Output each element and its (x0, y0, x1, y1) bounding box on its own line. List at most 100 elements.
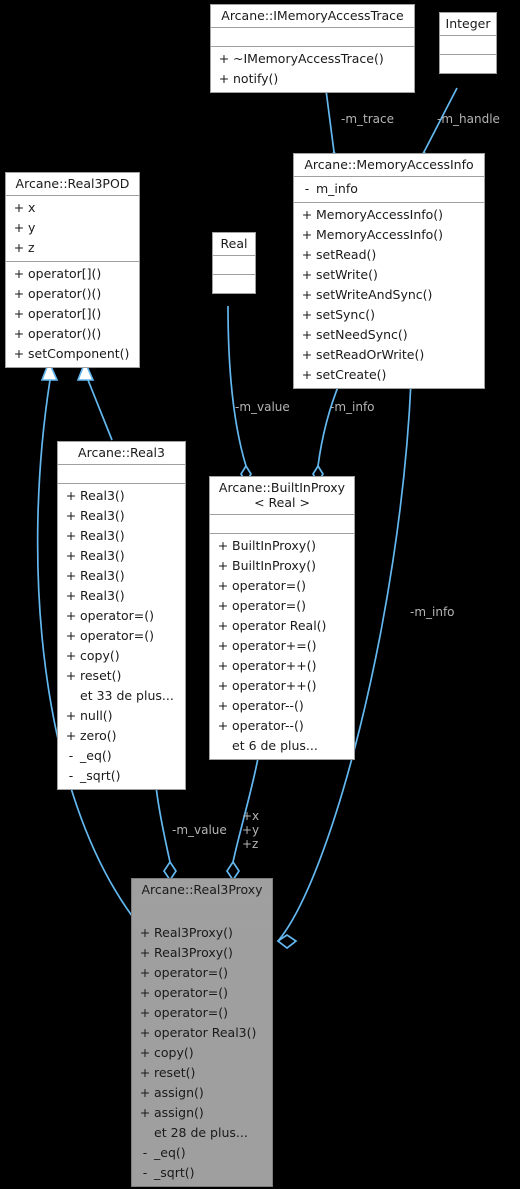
visibility: + (139, 925, 151, 940)
member-row[interactable]: + operator()() (6, 284, 139, 304)
member-row[interactable]: + BuiltInProxy() (210, 556, 354, 576)
member-name: Real3() (80, 488, 125, 503)
member-row[interactable]: + copy() (132, 1043, 272, 1063)
member-row[interactable]: + operator=() (132, 983, 272, 1003)
member-row[interactable]: + Real3() (58, 546, 185, 566)
member-row[interactable]: + BuiltInProxy() (210, 536, 354, 556)
member-row[interactable]: + reset() (132, 1063, 272, 1083)
member-row[interactable]: + operator++() (210, 656, 354, 676)
class-node-imemoryaccesstrace[interactable]: Arcane::IMemoryAccessTrace + ~IMemoryAcc… (210, 4, 415, 93)
member-row[interactable]: + copy() (58, 646, 185, 666)
member-name: MemoryAccessInfo() (316, 207, 444, 222)
member-row[interactable]: + setReadOrWrite() (294, 345, 484, 365)
member-row[interactable]: + assign() (132, 1103, 272, 1123)
visibility: + (217, 618, 229, 633)
member-row[interactable]: + operator=() (58, 626, 185, 646)
attributes-compartment (211, 28, 414, 47)
member-name: copy() (154, 1045, 194, 1060)
visibility: + (218, 71, 230, 86)
member-row[interactable]: - _eq() (132, 1143, 272, 1163)
visibility: + (65, 488, 77, 503)
member-row[interactable]: + setWrite() (294, 265, 484, 285)
class-node-real3proxy[interactable]: Arcane::Real3Proxy + Real3Proxy() + Real3P… (131, 878, 273, 1187)
class-node-integer[interactable]: Integer (439, 12, 497, 74)
member-row[interactable]: - _sqrt() (58, 766, 185, 786)
member-row[interactable]: + Real3() (58, 586, 185, 606)
member-row[interactable]: + setSync() (294, 305, 484, 325)
member-row[interactable]: + Real3Proxy() (132, 943, 272, 963)
member-row[interactable]: + operator=() (58, 606, 185, 626)
visibility: + (139, 1105, 151, 1120)
class-node-real3[interactable]: Arcane::Real3 + Real3() + Real3() + Real3()… (57, 441, 186, 790)
operations-compartment: + MemoryAccessInfo() + MemoryAccessInfo() … (294, 203, 484, 388)
member-row[interactable]: + MemoryAccessInfo() (294, 205, 484, 225)
member-name: Real3() (80, 508, 125, 523)
visibility: + (139, 985, 151, 1000)
visibility: + (139, 1045, 151, 1060)
member-row[interactable]: + reset() (58, 666, 185, 686)
member-row[interactable]: + operator=() (210, 596, 354, 616)
member-row[interactable]: + operator+=() (210, 636, 354, 656)
member-row[interactable]: + null() (58, 706, 185, 726)
member-row[interactable]: + operator=() (132, 963, 272, 983)
member-row[interactable]: + Real3() (58, 566, 185, 586)
member-row[interactable]: + operator--() (210, 696, 354, 716)
visibility: + (65, 528, 77, 543)
member-name: operator=() (80, 628, 154, 643)
class-title: Real (213, 233, 255, 256)
member-name: operator=() (80, 608, 154, 623)
member-name: _eq() (154, 1145, 186, 1160)
member-row[interactable]: - _eq() (58, 746, 185, 766)
class-node-builtinproxy[interactable]: Arcane::BuiltInProxy < Real > + BuiltInPr… (209, 476, 355, 760)
member-row[interactable]: + operator[]() (6, 264, 139, 284)
member-name: BuiltInProxy() (232, 538, 316, 553)
operations-compartment: + Real3Proxy() + Real3Proxy() + operator=()… (132, 921, 272, 1186)
member-name: Real3Proxy() (154, 925, 233, 940)
visibility: + (139, 1025, 151, 1040)
member-name: x (28, 200, 36, 215)
member-row[interactable]: + assign() (132, 1083, 272, 1103)
member-row[interactable]: + z (6, 238, 139, 258)
member-row[interactable]: + operator()() (6, 324, 139, 344)
member-row[interactable]: + notify() (211, 69, 414, 89)
member-row[interactable]: + setComponent() (6, 344, 139, 364)
member-row[interactable]: + setRead() (294, 245, 484, 265)
member-row[interactable]: + operator Real3() (132, 1023, 272, 1043)
member-row[interactable]: + MemoryAccessInfo() (294, 225, 484, 245)
visibility: - (142, 1145, 148, 1160)
member-row[interactable]: + operator=() (132, 1003, 272, 1023)
uml-class-diagram: .ln { fill: none; stroke: #63b8f0; strok… (0, 0, 520, 1189)
member-name: et 33 de plus... (80, 688, 174, 703)
member-row[interactable]: + ~IMemoryAccessTrace() (211, 49, 414, 69)
member-name: setNeedSync() (316, 327, 408, 342)
visibility: + (301, 307, 313, 322)
member-row[interactable]: + operator[]() (6, 304, 139, 324)
member-row[interactable]: + operator--() (210, 716, 354, 736)
member-row[interactable]: + operator++() (210, 676, 354, 696)
member-row[interactable]: + operator=() (210, 576, 354, 596)
member-row[interactable]: - m_info (294, 179, 484, 199)
member-row[interactable]: + zero() (58, 726, 185, 746)
visibility (136, 1123, 154, 1143)
member-row[interactable]: + Real3() (58, 506, 185, 526)
member-row[interactable]: + x (6, 198, 139, 218)
class-node-memoryaccessinfo[interactable]: Arcane::MemoryAccessInfo - m_info + Memor… (293, 153, 485, 389)
visibility: + (301, 347, 313, 362)
member-row[interactable]: + setNeedSync() (294, 325, 484, 345)
member-row[interactable]: + Real3() (58, 526, 185, 546)
member-row[interactable]: - _sqrt() (132, 1163, 272, 1183)
member-name: operator=() (154, 1005, 228, 1020)
member-row[interactable]: + operator Real() (210, 616, 354, 636)
visibility: + (65, 588, 77, 603)
member-name: Real3Proxy() (154, 945, 233, 960)
edge-label-m-info-top: -m_info (330, 400, 375, 414)
member-row[interactable]: + setCreate() (294, 365, 484, 385)
member-row[interactable]: + Real3() (58, 486, 185, 506)
member-row[interactable]: + Real3Proxy() (132, 923, 272, 943)
visibility (214, 736, 232, 756)
class-node-real3pod[interactable]: Arcane::Real3POD + x + y + z + operator[]() … (5, 172, 140, 368)
class-title: Arcane::BuiltInProxy < Real > (210, 477, 354, 515)
member-row[interactable]: + setWriteAndSync() (294, 285, 484, 305)
member-row[interactable]: + y (6, 218, 139, 238)
class-node-real[interactable]: Real (212, 232, 256, 294)
